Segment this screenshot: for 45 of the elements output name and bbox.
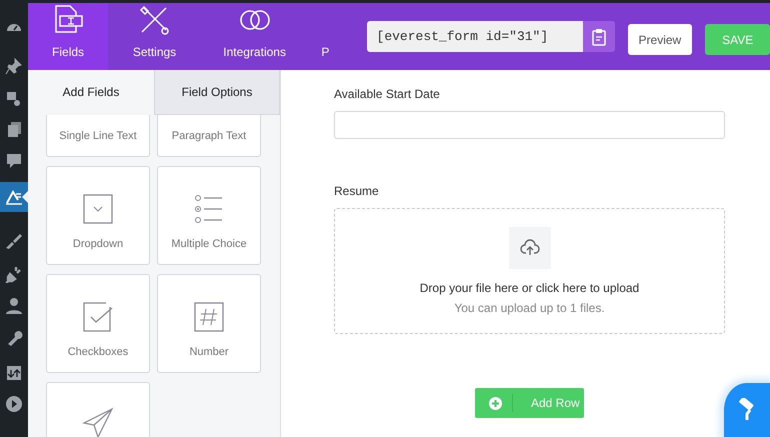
paper-plane-icon	[82, 407, 114, 437]
number-icon	[193, 301, 225, 333]
header-tab[interactable]: P	[308, 3, 343, 70]
field-card-label: Number	[189, 346, 229, 358]
dropdown-icon	[82, 193, 114, 225]
clipboard-icon	[590, 28, 607, 46]
file-drop-zone[interactable]: Drop your file here or click here to upload You can upload up to 1 files.	[334, 208, 725, 334]
field-card[interactable]: Multiple Choice	[157, 166, 261, 265]
preview-button[interactable]: Preview	[628, 24, 692, 55]
customize-button[interactable]	[724, 383, 770, 437]
field-card[interactable]: Single Line Text	[46, 115, 150, 157]
form-icon	[5, 188, 23, 206]
media-icon	[5, 89, 23, 107]
header-tab[interactable]: Fields	[28, 3, 108, 70]
field-card-label: Checkboxes	[68, 346, 128, 358]
panel-tab[interactable]: Field Options	[154, 70, 280, 115]
admin-menu-item[interactable]	[0, 182, 28, 212]
upload-limit-hint: You can upload up to 1 files.	[454, 301, 605, 315]
play-icon	[5, 395, 23, 413]
field-card-label: Dropdown	[72, 238, 124, 250]
field-card-label: Multiple Choice	[171, 238, 247, 250]
plus-circle-icon	[489, 396, 502, 410]
comment-icon	[5, 152, 23, 170]
checkbox-icon	[82, 301, 114, 333]
field-label: Available Start Date	[334, 87, 441, 101]
tools-icon	[138, 4, 170, 36]
field-card[interactable]: Number	[157, 274, 261, 373]
field-card[interactable]: Checkboxes	[46, 274, 150, 373]
field-card[interactable]: Paragraph Text	[157, 115, 261, 157]
header-tab[interactable]: Settings	[108, 3, 201, 70]
user-icon	[5, 297, 23, 315]
import-icon	[5, 364, 23, 382]
pages-icon	[5, 121, 23, 139]
multiple-choice-icon	[193, 193, 225, 225]
field-card[interactable]: Dropdown	[46, 166, 150, 265]
field-card-label: Single Line Text	[59, 130, 137, 142]
field-card-label: Paragraph Text	[172, 130, 246, 142]
header-tab[interactable]: Integrations	[200, 3, 308, 70]
field-label: Resume	[334, 184, 380, 198]
cloud-upload-icon	[520, 239, 540, 257]
drop-instruction: Drop your file here or click here to upload	[420, 281, 640, 295]
plug-icon	[5, 265, 23, 283]
pin-icon	[5, 57, 23, 75]
date-input-field[interactable]	[334, 111, 725, 139]
brush-icon	[5, 232, 23, 250]
